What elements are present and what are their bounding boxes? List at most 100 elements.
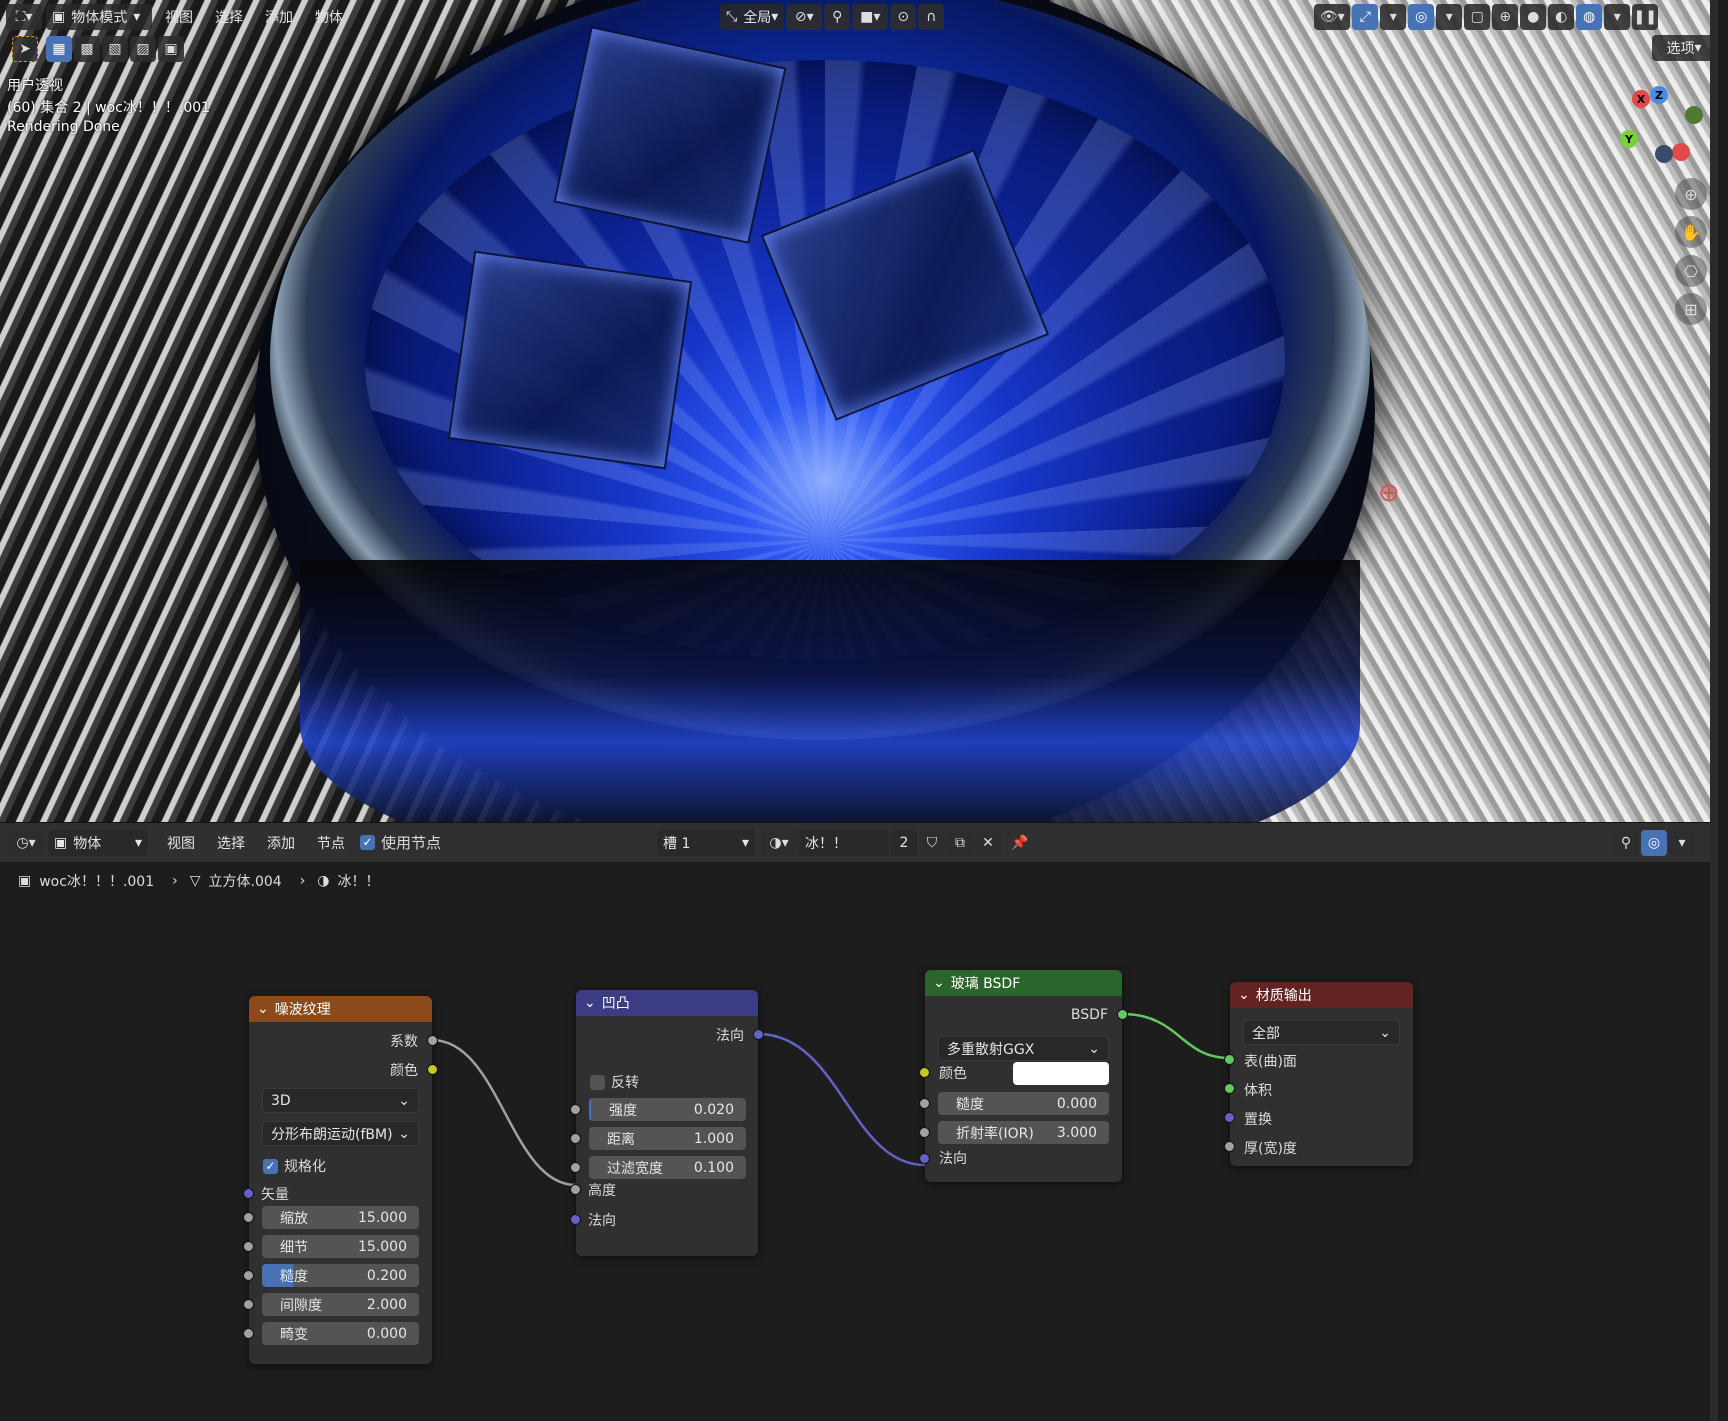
socket[interactable] xyxy=(1224,1054,1235,1065)
field-distortion[interactable]: 畸变 0.000 xyxy=(262,1322,419,1345)
menu-view[interactable]: 视图 xyxy=(156,4,202,30)
snap-icon[interactable]: ⚲ xyxy=(824,4,851,30)
orientation-select[interactable]: ⤡ 全局 ▾ xyxy=(720,4,785,30)
menu-select[interactable]: 选择 xyxy=(206,4,252,30)
snap-icon[interactable]: ⚲ xyxy=(1613,829,1640,856)
pause-render-icon[interactable]: ❚❚ xyxy=(1632,4,1659,30)
menu-node[interactable]: 节点 xyxy=(308,830,354,856)
field-filter-width[interactable]: 过滤宽度 0.100 xyxy=(589,1156,746,1179)
chevron-down-icon[interactable]: ⌄ xyxy=(1238,987,1250,1003)
gizmo-toggle-icon[interactable]: ⤢ xyxy=(1352,4,1379,30)
node-header[interactable]: ⌄ 玻璃 BSDF xyxy=(925,970,1122,996)
gizmo-dropdown-icon[interactable]: ▾ xyxy=(1380,4,1407,30)
field-ior[interactable]: 折射率(IOR) 3.000 xyxy=(938,1121,1109,1144)
bump-node[interactable]: ⌄ 凹凸 法向 反转 强度 0.020 距离 1.000 过滤宽度 0.100 高度 法… xyxy=(570,990,764,1256)
field-lacunarity[interactable]: 间隙度 2.000 xyxy=(262,1293,419,1316)
menu-object[interactable]: 物体 xyxy=(306,4,352,30)
node-header[interactable]: ⌄ 凹凸 xyxy=(576,990,758,1016)
select-box-new-icon[interactable]: ▦ xyxy=(46,36,72,62)
material-name-field[interactable]: 冰！！ xyxy=(799,829,890,856)
target-select[interactable]: 全部 ⌄ xyxy=(1243,1020,1400,1045)
overlay-dropdown-icon[interactable]: ▾ xyxy=(1436,4,1463,30)
menu-add[interactable]: 添加 xyxy=(256,4,302,30)
socket[interactable] xyxy=(1224,1112,1235,1123)
menu-view[interactable]: 视图 xyxy=(158,830,204,856)
right-edge-scrollbar[interactable] xyxy=(1710,0,1718,1421)
snap-target-icon[interactable]: ■▾ xyxy=(852,4,889,30)
distribution-select[interactable]: 多重散射GGX ⌄ xyxy=(938,1036,1109,1061)
gizmo-z-axis[interactable]: Z xyxy=(1650,86,1668,104)
field-distance[interactable]: 距离 1.000 xyxy=(589,1127,746,1150)
menu-add[interactable]: 添加 xyxy=(258,830,304,856)
invert-checkbox[interactable] xyxy=(590,1074,605,1090)
chevron-down-icon[interactable]: ⌄ xyxy=(933,975,945,991)
menu-select[interactable]: 选择 xyxy=(208,830,254,856)
solid-shading-icon[interactable]: ● xyxy=(1520,4,1547,30)
use-nodes-toggle[interactable]: ✓ 使用节点 xyxy=(360,832,441,853)
socket[interactable] xyxy=(919,1153,930,1164)
socket[interactable] xyxy=(1117,1009,1128,1020)
socket[interactable] xyxy=(243,1328,254,1339)
grid-view-icon[interactable]: ⊞ xyxy=(1675,293,1707,325)
shader-editor[interactable]: ◷▾ ▣ 物体 ▾ 视图 选择 添加 节点 ✓ 使用节点 槽 1 ▾ ◑▾ 冰！！ 2 … xyxy=(0,822,1718,1421)
socket[interactable] xyxy=(919,1098,930,1109)
proportional-edit-icon[interactable]: ⊙ xyxy=(890,4,917,30)
field-scale[interactable]: 缩放 15.000 xyxy=(262,1206,419,1229)
xray-icon[interactable]: ▢ xyxy=(1464,4,1491,30)
field-roughness[interactable]: 糙度 0.200 xyxy=(262,1264,419,1287)
field-detail[interactable]: 细节 15.000 xyxy=(262,1235,419,1258)
material-users-count[interactable]: 2 xyxy=(891,829,918,856)
rendered-shading-icon[interactable]: ◍ xyxy=(1576,4,1603,30)
wireframe-shading-icon[interactable]: ⊕ xyxy=(1492,4,1519,30)
falloff-icon[interactable]: ∩ xyxy=(918,4,945,30)
socket[interactable] xyxy=(243,1270,254,1281)
pin-icon[interactable]: 📌 xyxy=(1007,830,1033,856)
socket[interactable] xyxy=(570,1162,581,1173)
editor-type-icon[interactable]: ◷▾ xyxy=(8,829,44,856)
socket[interactable] xyxy=(243,1188,254,1199)
select-box-intersect-icon[interactable]: ▣ xyxy=(158,36,184,62)
options-button[interactable]: 选项 ▾ xyxy=(1652,35,1716,61)
socket[interactable] xyxy=(243,1299,254,1310)
gizmo-neg-y[interactable] xyxy=(1685,106,1703,124)
gizmo-x-axis[interactable]: X xyxy=(1632,90,1650,108)
socket[interactable] xyxy=(570,1184,581,1195)
socket[interactable] xyxy=(570,1133,581,1144)
node-header[interactable]: ⌄ 噪波纹理 xyxy=(249,996,432,1022)
socket[interactable] xyxy=(243,1241,254,1252)
overlay-dropdown-icon[interactable]: ▾ xyxy=(1669,829,1696,856)
select-box-invert-icon[interactable]: ▨ xyxy=(130,36,156,62)
material-shading-icon[interactable]: ◐ xyxy=(1548,4,1575,30)
use-nodes-checkbox[interactable]: ✓ xyxy=(360,835,375,850)
socket[interactable] xyxy=(919,1067,930,1078)
field-roughness[interactable]: 糙度 0.000 xyxy=(938,1092,1109,1115)
invert-toggle[interactable]: 反转 xyxy=(590,1072,639,1092)
unlink-material-close-icon[interactable]: ✕ xyxy=(975,829,1002,856)
visibility-icon[interactable]: 👁▾ xyxy=(1314,4,1351,30)
socket[interactable] xyxy=(427,1035,438,1046)
socket[interactable] xyxy=(243,1212,254,1223)
glass-bsdf-node[interactable]: ⌄ 玻璃 BSDF BSDF 多重散射GGX ⌄ 颜色 糙度 0.000 折射率(IO… xyxy=(919,970,1128,1182)
shader-type-select[interactable]: ▣ 物体 ▾ xyxy=(48,829,148,856)
3d-viewport[interactable]: ⛶▾ ▣ 物体模式 ▾ 视图 选择 添加 物体 ⤡ 全局 ▾ ⊘▾ ⚲ ■▾ ⊙ ∩ … xyxy=(0,0,1718,822)
editor-type-icon[interactable]: ⛶▾ xyxy=(6,4,42,30)
socket[interactable] xyxy=(570,1214,581,1225)
navigation-gizmo[interactable]: X Z Y xyxy=(1600,86,1710,168)
socket[interactable] xyxy=(427,1064,438,1075)
material-output-node[interactable]: ⌄ 材质输出 全部 ⌄ 表(曲)面 体积 置换 厚(宽)度 xyxy=(1224,982,1413,1166)
duplicate-material-icon[interactable]: ⧉ xyxy=(947,829,974,856)
fake-user-shield-icon[interactable]: ⛉ xyxy=(919,829,946,856)
overlay-toggle-icon[interactable]: ◎ xyxy=(1408,4,1435,30)
material-browse-icon[interactable]: ◑▾ xyxy=(761,829,798,856)
pan-hand-icon[interactable]: ✋ xyxy=(1675,216,1707,248)
noise-texture-node[interactable]: ⌄ 噪波纹理 系数 颜色 3D ⌄ 分形布朗运动(fBM) ⌄ ✓ 规格化 矢量 缩放 1… xyxy=(243,996,438,1364)
color-swatch[interactable] xyxy=(1013,1062,1109,1085)
normalize-checkbox[interactable]: ✓ xyxy=(263,1158,278,1174)
gizmo-neg-x[interactable] xyxy=(1672,143,1690,161)
select-box-extend-icon[interactable]: ▩ xyxy=(74,36,100,62)
node-header[interactable]: ⌄ 材质输出 xyxy=(1230,982,1413,1008)
socket[interactable] xyxy=(570,1104,581,1115)
gizmo-y-axis[interactable]: Y xyxy=(1620,130,1638,148)
socket[interactable] xyxy=(1224,1083,1235,1094)
gizmo-neg-z[interactable] xyxy=(1655,145,1673,163)
